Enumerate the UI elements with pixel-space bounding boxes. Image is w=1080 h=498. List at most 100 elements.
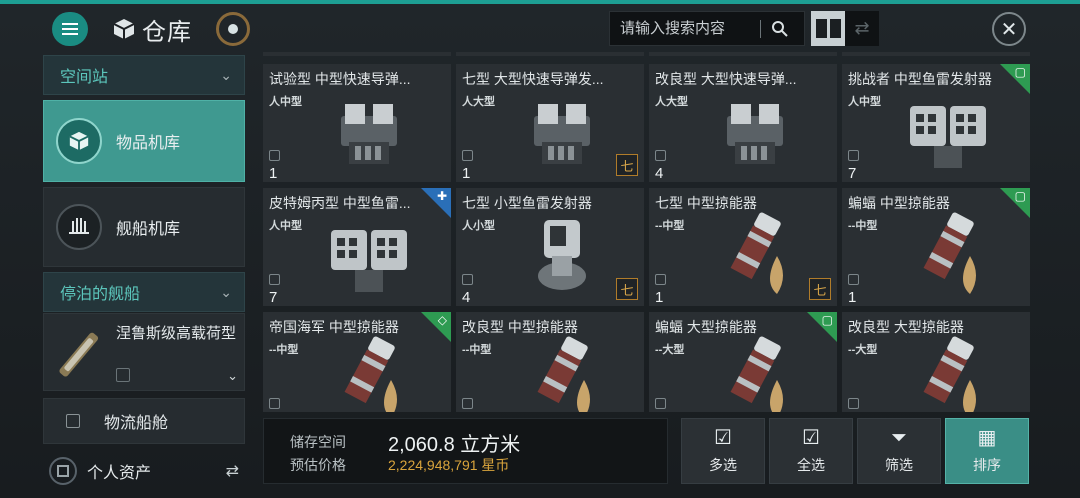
section-docked-ships[interactable]: 停泊的舰船 ⌄ bbox=[43, 272, 245, 312]
torpedo-launcher-art bbox=[910, 106, 986, 168]
sidebar: 空间站 ⌄ 物品机库 舰船机库 停泊的舰船 ⌄ 涅鲁斯级高载荷型 ⌄ 物流船舱 … bbox=[43, 55, 245, 495]
cargo-label: 物流船舱 bbox=[104, 415, 169, 432]
multi-select-label: 多选 bbox=[709, 457, 737, 473]
item-meta-icon bbox=[269, 274, 280, 285]
item-card[interactable]: ◇ 帝国海军 中型掠能器 --中型 bbox=[263, 312, 451, 412]
item-quantity: 4 bbox=[655, 165, 664, 182]
missile-launcher-art bbox=[341, 104, 397, 164]
item-name: 改良型 大型快速导弹... bbox=[655, 71, 797, 87]
corner-badge-icon: ▢ bbox=[1014, 65, 1026, 79]
energy-neutralizer-art bbox=[923, 212, 976, 294]
item-size: 人中型 bbox=[269, 96, 302, 108]
item-card[interactable]: 试验型 中型快速导弹... 人中型 1 bbox=[263, 64, 451, 182]
item-card[interactable]: ▢ 蝙蝠 大型掠能器 --大型 bbox=[649, 312, 837, 412]
item-name: 蝙蝠 大型掠能器 bbox=[655, 319, 757, 335]
estimated-price-value: 2,224,948,791 星币 bbox=[388, 457, 510, 473]
item-size: --中型 bbox=[848, 220, 878, 232]
item-name: 皮特姆丙型 中型鱼雷... bbox=[269, 195, 411, 211]
partial-card[interactable]: 7 bbox=[842, 52, 1030, 56]
item-name: 改良型 大型掠能器 bbox=[848, 319, 964, 335]
personal-assets-label: 个人资产 bbox=[87, 465, 152, 482]
item-meta-icon bbox=[655, 274, 666, 285]
swap-view-icon[interactable]: ⇄ bbox=[845, 11, 879, 46]
grid-view-icon[interactable] bbox=[811, 11, 845, 46]
item-size: --中型 bbox=[269, 344, 299, 356]
item-meta-icon bbox=[269, 398, 280, 409]
item-size: 人小型 bbox=[462, 220, 495, 232]
item-card[interactable]: 改良型 大型掠能器 --大型 bbox=[842, 312, 1030, 412]
item-card[interactable]: ✚ 皮特姆丙型 中型鱼雷... 人中型 7 bbox=[263, 188, 451, 306]
sort-label: 排序 bbox=[973, 457, 1001, 473]
chevron-down-icon[interactable]: ⌄ bbox=[227, 368, 238, 384]
ship-hangar-icon bbox=[56, 204, 102, 250]
search-input[interactable] bbox=[620, 20, 760, 37]
sort-icon: ▦ bbox=[977, 427, 997, 449]
item-card[interactable]: 改良型 中型掠能器 --中型 bbox=[456, 312, 644, 412]
corner-badge-icon: ◇ bbox=[437, 313, 447, 327]
item-grid: 4 4 1 7 试验型 中型快速导弹... 人中型 1 七型 大型快速导弹发... 人大… bbox=[263, 52, 1030, 412]
missile-launcher-art bbox=[727, 104, 783, 164]
item-card[interactable]: 七型 大型快速导弹发... 人大型 1 七 bbox=[456, 64, 644, 182]
item-size: 人中型 bbox=[848, 96, 881, 108]
menu-button[interactable] bbox=[52, 12, 88, 46]
item-meta-icon bbox=[848, 398, 859, 409]
ship-type-icon bbox=[116, 368, 130, 382]
close-button[interactable]: ✕ bbox=[992, 12, 1026, 46]
sort-button[interactable]: ▦ 排序 bbox=[945, 418, 1029, 484]
item-meta-icon bbox=[655, 150, 666, 161]
storage-panel: 储存空间 2,060.8 立方米 预估价格 2,224,948,791 星币 bbox=[263, 418, 668, 484]
energy-neutralizer-art bbox=[923, 336, 976, 412]
select-all-button[interactable]: ☑ 全选 bbox=[769, 418, 853, 484]
item-name: 帝国海军 中型掠能器 bbox=[269, 319, 399, 335]
target-core bbox=[228, 24, 238, 34]
grid-col bbox=[815, 19, 827, 38]
item-meta-icon bbox=[462, 150, 473, 161]
item-size: 人中型 bbox=[269, 220, 302, 232]
corner-badge-icon: ▢ bbox=[821, 313, 833, 327]
energy-neutralizer-art bbox=[730, 212, 783, 294]
item-quantity: 1 bbox=[848, 289, 857, 306]
personal-assets-item[interactable]: 个人资产 ⇄ bbox=[43, 449, 245, 493]
search-box[interactable] bbox=[609, 11, 805, 46]
item-card[interactable]: 七型 小型鱼雷发射器 人小型 4 七 bbox=[456, 188, 644, 306]
view-toggle[interactable]: ⇄ bbox=[811, 11, 879, 46]
filter-icon: ⏷ bbox=[891, 427, 907, 449]
filter-button[interactable]: ⏷ 筛选 bbox=[857, 418, 941, 484]
energy-neutralizer-art bbox=[537, 336, 590, 412]
torpedo-launcher-art bbox=[331, 230, 407, 292]
item-name: 七型 中型掠能器 bbox=[655, 195, 757, 211]
item-meta-icon bbox=[848, 150, 859, 161]
search-icon[interactable] bbox=[771, 20, 789, 38]
search-separator bbox=[760, 19, 761, 38]
switch-icon[interactable]: ⇄ bbox=[226, 461, 239, 481]
item-hangar-icon bbox=[56, 118, 102, 164]
item-quantity: 7 bbox=[848, 165, 857, 182]
multi-select-button[interactable]: ☑ 多选 bbox=[681, 418, 765, 484]
item-card[interactable]: ▢ 蝙蝠 中型掠能器 --中型 1 bbox=[842, 188, 1030, 306]
item-size: --中型 bbox=[655, 220, 685, 232]
warehouse-screen: 仓库 ⇄ ✕ 空间站 ⌄ 物品机库 舰船机库 bbox=[0, 0, 1080, 498]
sidebar-item-ship-hangar[interactable]: 舰船机库 bbox=[43, 187, 245, 267]
section-station[interactable]: 空间站 ⌄ bbox=[43, 55, 245, 95]
cargo-hold-item[interactable]: 物流船舱 bbox=[43, 398, 245, 444]
sidebar-item-item-hangar[interactable]: 物品机库 bbox=[43, 100, 245, 182]
docked-ship-item[interactable]: 涅鲁斯级高载荷型 ⌄ bbox=[43, 313, 245, 391]
item-name: 试验型 中型快速导弹... bbox=[269, 71, 411, 87]
partial-card[interactable]: 4 bbox=[263, 52, 451, 56]
scan-target-icon[interactable] bbox=[216, 12, 250, 46]
partial-card[interactable]: 4 bbox=[456, 52, 644, 56]
grid-col bbox=[829, 19, 841, 38]
item-quantity: 1 bbox=[462, 165, 471, 182]
item-name: 七型 大型快速导弹发... bbox=[462, 71, 604, 87]
item-card[interactable]: 改良型 大型快速导弹... 人大型 4 bbox=[649, 64, 837, 182]
small-torpedo-turret-art bbox=[538, 220, 586, 290]
partial-card[interactable]: 1 bbox=[649, 52, 837, 56]
storage-space-value: 2,060.8 立方米 bbox=[388, 434, 521, 456]
item-card[interactable]: ▢ 挑战者 中型鱼雷发射器 人中型 7 bbox=[842, 64, 1030, 182]
item-card[interactable]: 七型 中型掠能器 --中型 1 七 bbox=[649, 188, 837, 306]
filter-label: 筛选 bbox=[885, 457, 913, 473]
item-quantity: 4 bbox=[462, 289, 471, 306]
top-accent-line bbox=[0, 0, 1080, 4]
section-docked-label: 停泊的舰船 bbox=[60, 286, 141, 303]
page-title: 仓库 bbox=[142, 18, 192, 46]
